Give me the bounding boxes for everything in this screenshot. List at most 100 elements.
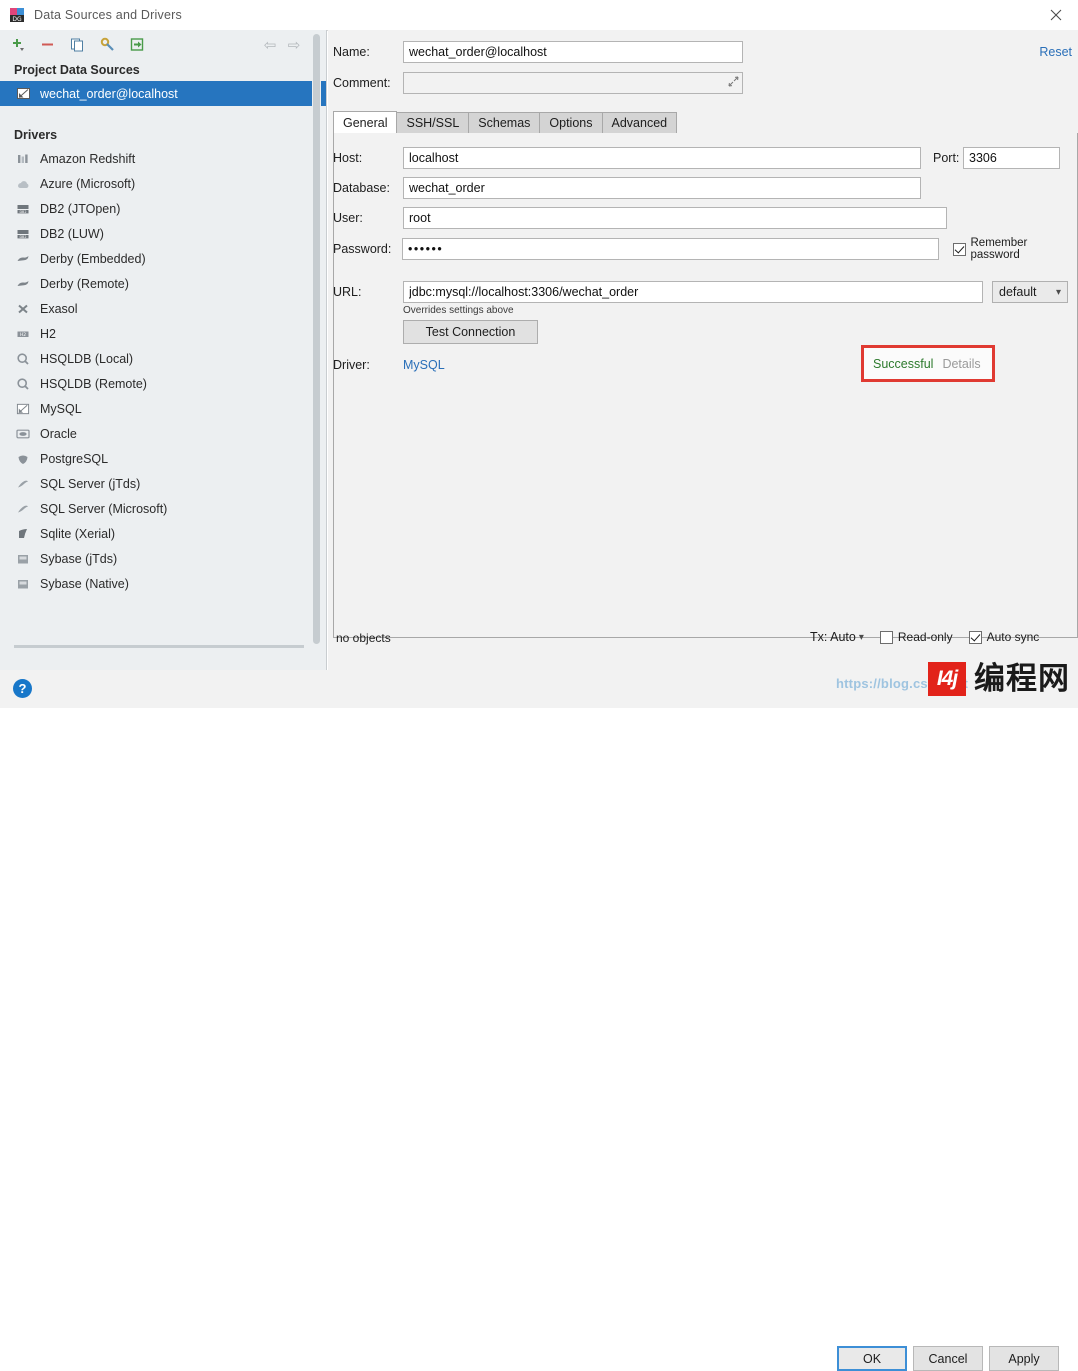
sidebar-toolbar: ⇦ ⇨	[0, 30, 326, 59]
postgresql-icon	[14, 451, 32, 467]
port-label: Port:	[933, 151, 963, 165]
password-input[interactable]	[402, 238, 938, 260]
auto-sync-checkbox[interactable]: Auto sync	[969, 630, 1040, 644]
driver-item-azure-microsoft[interactable]: Azure (Microsoft)	[0, 171, 326, 196]
ok-button[interactable]: OK	[837, 1346, 907, 1371]
driver-item-mysql[interactable]: MySQL	[0, 396, 326, 421]
read-only-label: Read-only	[898, 630, 953, 644]
database-input[interactable]	[403, 177, 921, 199]
add-button[interactable]	[4, 33, 30, 57]
svg-text:DB2: DB2	[19, 235, 26, 239]
driver-item-hsqldb-local[interactable]: HSQLDB (Local)	[0, 346, 326, 371]
checkbox-box	[880, 631, 893, 644]
sidebar-vertical-scrollbar[interactable]	[312, 34, 321, 654]
driver-item-db2-jtopen[interactable]: DB2 DB2 (JTOpen)	[0, 196, 326, 221]
close-icon[interactable]	[1034, 0, 1078, 30]
tab-options[interactable]: Options	[539, 112, 602, 133]
derby-icon	[14, 251, 32, 267]
settings-tabs[interactable]: General SSH/SSL Schemas Options Advanced	[333, 111, 1078, 134]
hsqldb-icon	[14, 351, 32, 367]
test-connection-button[interactable]: Test Connection	[403, 320, 538, 344]
group-project-data-sources: Project Data Sources	[0, 59, 326, 81]
sidebar-horizontal-scrollbar[interactable]	[14, 645, 304, 648]
driver-item-h2[interactable]: H2 H2	[0, 321, 326, 346]
chevron-down-icon: ▾	[859, 632, 864, 643]
db2-icon: DB2	[14, 226, 32, 242]
scrollbar-thumb[interactable]	[313, 34, 320, 644]
window-titlebar: DG Data Sources and Drivers	[0, 0, 1078, 31]
h2-icon: H2	[14, 326, 32, 342]
port-input[interactable]	[963, 147, 1060, 169]
comment-input[interactable]	[403, 72, 743, 94]
window-title: Data Sources and Drivers	[34, 8, 182, 22]
driver-item-derby-embedded[interactable]: Derby (Embedded)	[0, 246, 326, 271]
driver-item-hsqldb-remote[interactable]: HSQLDB (Remote)	[0, 371, 326, 396]
user-row: User:	[333, 207, 1078, 229]
url-row: URL: default ▾	[333, 281, 1078, 303]
apply-button[interactable]: Apply	[989, 1346, 1059, 1371]
driver-label: Driver:	[333, 358, 403, 372]
test-result-highlight: Successful Details	[861, 345, 995, 382]
url-mode-select[interactable]: default ▾	[992, 281, 1068, 303]
data-sources-tree[interactable]: Project Data Sources wechat_order@localh…	[0, 59, 326, 670]
sybase-icon	[14, 551, 32, 567]
checkbox-box	[969, 631, 982, 644]
cancel-button[interactable]: Cancel	[913, 1346, 983, 1371]
expand-icon[interactable]	[728, 76, 739, 90]
tab-advanced[interactable]: Advanced	[602, 112, 678, 133]
oracle-icon	[14, 426, 32, 442]
test-result-details-link[interactable]: Details	[942, 357, 980, 371]
driver-item-postgresql[interactable]: PostgreSQL	[0, 446, 326, 471]
help-icon[interactable]: ?	[13, 679, 32, 698]
svg-text:DB2: DB2	[19, 210, 26, 214]
host-input[interactable]	[403, 147, 921, 169]
driver-item-sybase-native[interactable]: Sybase (Native)	[0, 571, 326, 596]
driver-label: H2	[40, 327, 56, 341]
driver-link[interactable]: MySQL	[403, 358, 445, 372]
azure-icon	[14, 176, 32, 192]
url-input[interactable]	[403, 281, 983, 303]
objects-status: no objects	[336, 631, 391, 645]
driver-item-oracle[interactable]: Oracle	[0, 421, 326, 446]
driver-item-db2-luw[interactable]: DB2 DB2 (LUW)	[0, 221, 326, 246]
tab-schemas[interactable]: Schemas	[468, 112, 540, 133]
copy-button[interactable]	[64, 33, 90, 57]
import-icon[interactable]	[124, 33, 150, 57]
user-input[interactable]	[403, 207, 947, 229]
database-row: Database:	[333, 177, 1078, 199]
driver-item-sqlite-xerial[interactable]: Sqlite (Xerial)	[0, 521, 326, 546]
url-hint: Overrides settings above	[403, 305, 514, 316]
reset-link[interactable]: Reset	[1039, 45, 1072, 59]
driver-item-sqlserver-jtds[interactable]: SQL Server (jTds)	[0, 471, 326, 496]
test-connection-row: Test Connection	[403, 320, 538, 344]
remember-password-checkbox[interactable]: Remember password	[953, 237, 1078, 261]
driver-item-exasol[interactable]: Exasol	[0, 296, 326, 321]
read-only-checkbox[interactable]: Read-only	[880, 630, 953, 644]
group-drivers: Drivers	[0, 124, 326, 146]
driver-item-sqlserver-microsoft[interactable]: SQL Server (Microsoft)	[0, 496, 326, 521]
mysql-icon	[14, 86, 32, 102]
driver-label: Oracle	[40, 427, 77, 441]
driver-label: Sqlite (Xerial)	[40, 527, 115, 541]
tab-ssh-ssl[interactable]: SSH/SSL	[396, 112, 469, 133]
wrench-icon[interactable]	[94, 33, 120, 57]
watermark-logo-text: 编程网	[974, 662, 1070, 696]
driver-label: Derby (Embedded)	[40, 252, 146, 266]
sqlserver-icon	[14, 501, 32, 517]
sidebar-item-wechat-order[interactable]: wechat_order@localhost	[0, 81, 326, 106]
remove-button[interactable]	[34, 33, 60, 57]
driver-label: Derby (Remote)	[40, 277, 129, 291]
nav-back-icon[interactable]: ⇦	[258, 33, 282, 57]
driver-item-sybase-jtds[interactable]: Sybase (jTds)	[0, 546, 326, 571]
tab-general[interactable]: General	[333, 111, 397, 133]
tx-mode-select[interactable]: Tx: Auto ▾	[810, 630, 864, 644]
nav-forward-icon[interactable]: ⇨	[282, 33, 306, 57]
name-input[interactable]	[403, 41, 743, 63]
comment-row: Comment:	[333, 72, 1078, 94]
driver-item-derby-remote[interactable]: Derby (Remote)	[0, 271, 326, 296]
driver-item-amazon-redshift[interactable]: Amazon Redshift	[0, 146, 326, 171]
hsqldb-icon	[14, 376, 32, 392]
sidebar-item-label: wechat_order@localhost	[40, 87, 178, 101]
remember-password-label: Remember password	[971, 237, 1078, 261]
user-label: User:	[333, 211, 403, 225]
